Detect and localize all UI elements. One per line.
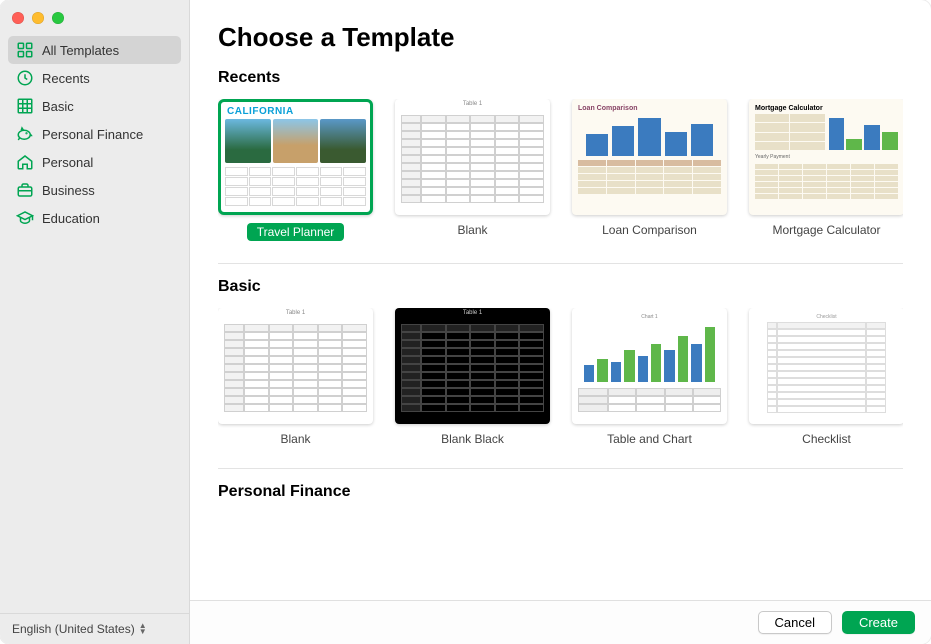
template-label: Mortgage Calculator [772,223,880,237]
create-button[interactable]: Create [842,611,915,634]
template-label: Travel Planner [247,223,345,241]
cancel-button[interactable]: Cancel [758,611,832,634]
sidebar-item-education[interactable]: Education [8,204,181,232]
template-card-checklist[interactable]: Checklist Checklist [749,308,903,446]
template-card-blank[interactable]: Table 1 Blank [218,308,373,446]
sidebar-item-label: Personal [42,155,93,170]
sidebar-item-label: Recents [42,71,90,86]
window-body: All Templates Recents Basic [0,0,931,644]
template-label: Table and Chart [607,432,692,446]
sidebar-item-label: Education [42,211,100,226]
personal-icon [16,153,34,171]
sidebar-item-business[interactable]: Business [8,176,181,204]
language-label: English (United States) [12,622,135,636]
language-selector[interactable]: English (United States) ▲▼ [0,613,189,644]
recents-row: CALIFORNIA Travel Planner Tab [218,99,903,241]
divider [218,263,903,264]
footer: Cancel Create [190,600,931,644]
section-heading-finance: Personal Finance [218,483,903,501]
template-thumb: Loan Comparison [572,99,727,215]
page-title: Choose a Template [218,22,903,53]
template-label: Blank Black [441,432,504,446]
window-controls [0,0,189,34]
template-label: Loan Comparison [602,223,697,237]
template-card-blank-black[interactable]: Table 1 Blank Black [395,308,550,446]
sidebar-nav: All Templates Recents Basic [0,34,189,613]
basic-row: Table 1 Blank Table 1 Blank Black [218,308,903,446]
sidebar-item-label: Business [42,183,95,198]
sidebar-item-all-templates[interactable]: All Templates [8,36,181,64]
template-thumb: Mortgage Calculator Yearly Payment [749,99,903,215]
personal-finance-icon [16,125,34,143]
divider [218,468,903,469]
sidebar: All Templates Recents Basic [0,0,190,644]
template-card-mortgage-calculator[interactable]: Mortgage Calculator Yearly Payment Mortg… [749,99,903,241]
template-label: Blank [280,432,310,446]
thumb-title: Checklist [767,314,886,320]
education-icon [16,209,34,227]
thumb-title: CALIFORNIA [221,102,370,119]
sidebar-item-recents[interactable]: Recents [8,64,181,92]
section-heading-recents: Recents [218,69,903,87]
thumb-title: Mortgage Calculator [755,105,898,112]
template-label: Blank [457,223,487,237]
template-thumb: Table 1 [395,99,550,215]
all-templates-icon [16,41,34,59]
zoom-icon[interactable] [52,12,64,24]
template-chooser-window: All Templates Recents Basic [0,0,931,644]
section-heading-basic: Basic [218,278,903,296]
sidebar-item-basic[interactable]: Basic [8,92,181,120]
sidebar-item-personal-finance[interactable]: Personal Finance [8,120,181,148]
template-scroll[interactable]: Choose a Template Recents CALIFORNIA [190,0,931,600]
template-thumb: Table 1 [395,308,550,424]
template-thumb: CALIFORNIA [218,99,373,215]
template-card-blank[interactable]: Table 1 Blank [395,99,550,241]
template-thumb: Table 1 [218,308,373,424]
template-thumb: Chart 1 [572,308,727,424]
main-area: Choose a Template Recents CALIFORNIA [190,0,931,644]
thumb-title: Loan Comparison [578,105,721,112]
template-card-table-and-chart[interactable]: Chart 1 Table and Chart [572,308,727,446]
template-label: Checklist [802,432,851,446]
template-card-loan-comparison[interactable]: Loan Comparison Loan Comparison [572,99,727,241]
template-thumb: Checklist [749,308,903,424]
sidebar-item-label: Personal Finance [42,127,143,142]
basic-icon [16,97,34,115]
close-icon[interactable] [12,12,24,24]
minimize-icon[interactable] [32,12,44,24]
recents-icon [16,69,34,87]
template-card-travel-planner[interactable]: CALIFORNIA Travel Planner [218,99,373,241]
business-icon [16,181,34,199]
sidebar-item-personal[interactable]: Personal [8,148,181,176]
chevron-updown-icon: ▲▼ [139,623,147,635]
sidebar-item-label: Basic [42,99,74,114]
sidebar-item-label: All Templates [42,43,119,58]
